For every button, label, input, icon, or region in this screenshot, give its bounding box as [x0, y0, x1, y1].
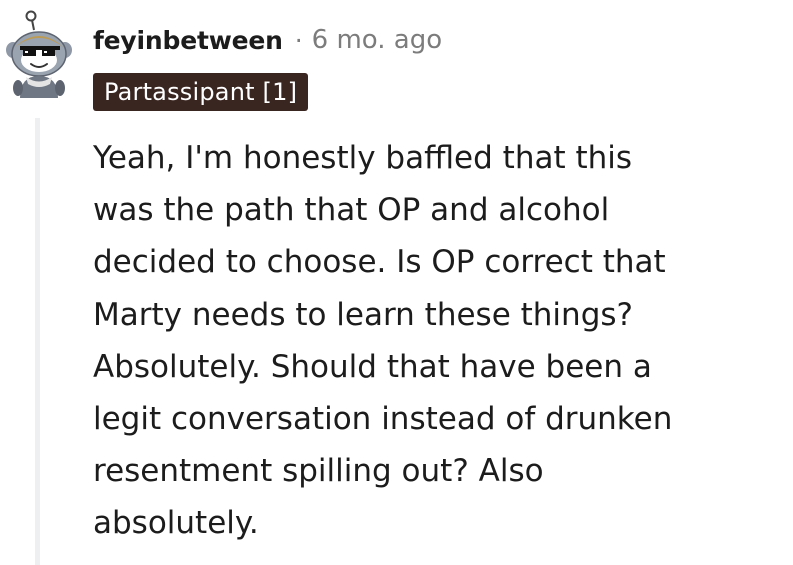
comment-text-line: legit conversation instead of drunken	[93, 401, 673, 438]
comment-text-line: Absolutely. Should that have been a	[93, 348, 652, 385]
user-flair-badge: Partassipant [1]	[93, 73, 309, 111]
comment-text-line: decided to choose. Is OP correct that	[93, 244, 666, 281]
snoo-avatar-icon	[6, 10, 72, 98]
comment-header: feyinbetween · 6 mo. ago	[93, 22, 442, 58]
thread-collapse-line[interactable]	[35, 118, 40, 565]
timestamp-link[interactable]: 6 mo. ago	[312, 25, 442, 55]
comment-text-line: resentment spilling out? Also	[93, 453, 544, 490]
comment-text-line: Marty needs to learn these things?	[93, 296, 633, 333]
comment: feyinbetween · 6 mo. ago Partassipant [1…	[0, 0, 793, 565]
comment-text-line: absolutely.	[93, 505, 259, 542]
user-avatar[interactable]	[2, 6, 76, 100]
comment-text-line: Yeah, I'm honestly baffled that this	[93, 140, 633, 176]
comment-text: Yeah, I'm honestly baffled that this was…	[93, 132, 783, 550]
comment-body: Yeah, I'm honestly baffled that this was…	[93, 132, 783, 550]
meta-separator: ·	[294, 25, 303, 55]
comment-text-line: was the path that OP and alcohol	[93, 192, 610, 229]
username-link[interactable]: feyinbetween	[93, 26, 283, 55]
